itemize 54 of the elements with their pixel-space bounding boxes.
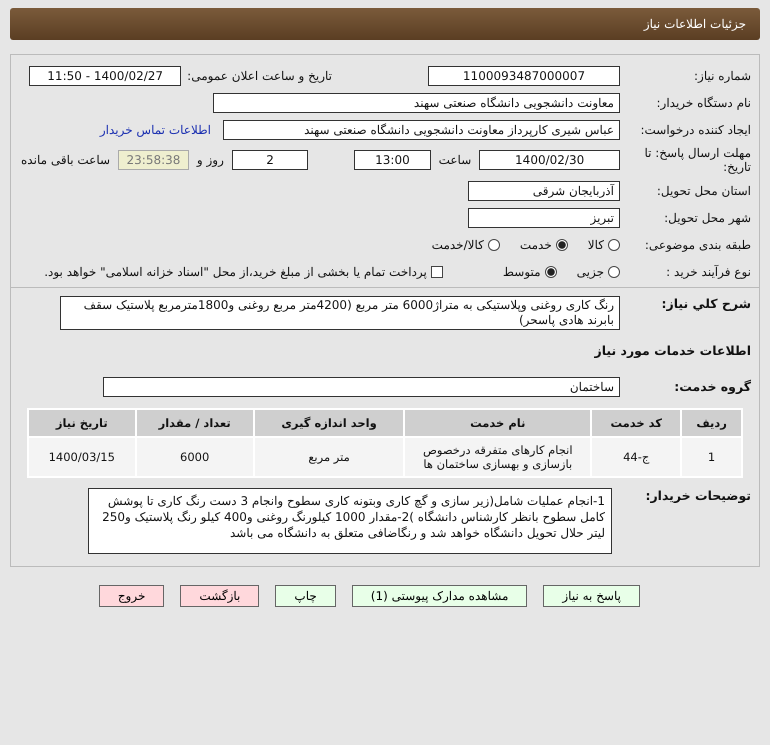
field-label: شماره نیاز: [693, 68, 751, 84]
table-cell: انجام کارهای متفرقه درخصوص بازسازی و بهسازی ساختمان ها [405, 438, 590, 476]
field-label: نام دستگاه خریدار: [656, 96, 751, 110]
creator-field: عباس شیری کارپرداز معاونت دانشجویی دانشگاه صنعتی سهند [223, 120, 620, 140]
deadline-time-field: 13:00 [354, 150, 431, 170]
action-button[interactable]: خروج [98, 584, 164, 607]
table-cell: ج-44 [592, 438, 680, 476]
column-header: ردیف [682, 410, 741, 436]
column-header: واحد اندازه گیری [254, 410, 404, 436]
field-label: مهلت ارسال پاسخ: تا تاریخ: [643, 146, 751, 175]
column-header: نام خدمت [405, 410, 590, 436]
field-label: ساعت [438, 153, 472, 168]
field-label: گروه خدمت: [673, 379, 751, 394]
field-label: شهر محل تحویل: [663, 210, 751, 225]
buyer-notes-field: 1-انجام عملیات شامل(زیر سازی و گچ کاری وبتونه کاری سطوح وانجام 3 دست رنگ کاری تا پوشش کامل سطوح بانظر کارشناس دانشگاه )2-مقدار 1000 کیلورنگ روغنی و400 کیلو رنگ پلاستیک و250 لیتر حلال تحویل دانشگاه خواهد شد و رنگاضافی متعلق به دانشگاه می باشد [88, 488, 612, 554]
remaining-time-field: 23:58:38 [118, 150, 189, 170]
service-group-field: ساختمان [103, 376, 620, 397]
action-button[interactable]: بازگشت [180, 584, 260, 607]
table-cell: 6000 [136, 438, 253, 476]
action-button[interactable]: پاسخ به نیاز [543, 584, 640, 607]
buyer-field: معاونت دانشجویی دانشگاه صنعتی سهند [213, 93, 620, 113]
field-label: استان محل تحویل: [656, 184, 751, 198]
contact-link[interactable]: اطلاعات تماس خریدار [100, 123, 211, 137]
need-number-field: 1100093487000007 [428, 66, 620, 86]
table-cell: متر مربع [254, 438, 404, 476]
days-field: 2 [232, 150, 308, 170]
category-radio[interactable]: خدمت [520, 238, 568, 252]
field-label: تاریخ و ساعت اعلان عمومی: [187, 69, 332, 83]
table-cell: 1 [682, 438, 741, 476]
province-field: آذربایجان شرقی [468, 180, 620, 201]
header-title: جزئیات اطلاعات نیاز [644, 17, 746, 31]
payment-checkbox[interactable]: پرداخت تمام یا بخشی از مبلغ خرید،از محل "اسناد خزانه اسلامی" خواهد بود. [44, 264, 443, 279]
summary-textarea: رنگ کاری روغنی وپلاستیکی به متراژ6000 متر مربع (4200متر مربع روغنی و1800مترمربع پلاستیک سقف بابرند هادی پاسحر) [60, 296, 620, 330]
field-label: ساعت باقی مانده [21, 153, 110, 168]
field-label: توضیحات خریدار: [644, 488, 751, 503]
process-radio[interactable]: متوسط [502, 264, 557, 279]
action-button[interactable]: مشاهده مدارک پیوستی (1) [352, 584, 528, 607]
city-field: تبریز [468, 208, 620, 228]
field-label: طبقه بندی موضوعی: [644, 238, 751, 252]
field-label: ایجاد کننده درخواست: [639, 122, 751, 138]
announce-date-field: 1400/02/27 - 11:50 [29, 66, 182, 86]
process-radio[interactable]: جزیی [576, 264, 620, 279]
deadline-date-field: 1400/02/30 [479, 150, 620, 170]
field-label: نوع فرآیند خرید : [665, 264, 751, 279]
field-label: روز و [196, 153, 224, 168]
column-header: کد خدمت [592, 410, 680, 436]
column-header: تاریخ نیاز [29, 410, 135, 436]
category-radio[interactable]: کالا [588, 238, 620, 252]
category-radio[interactable]: کالا/خدمت [432, 238, 500, 252]
section-title: اطلاعات خدمات مورد نیاز [594, 343, 751, 358]
action-button[interactable]: چاپ [275, 584, 336, 607]
field-label: شرح کلي نياز: [660, 296, 751, 311]
table-cell: 1400/03/15 [29, 438, 135, 476]
column-header: تعداد / مقدار [136, 410, 253, 436]
